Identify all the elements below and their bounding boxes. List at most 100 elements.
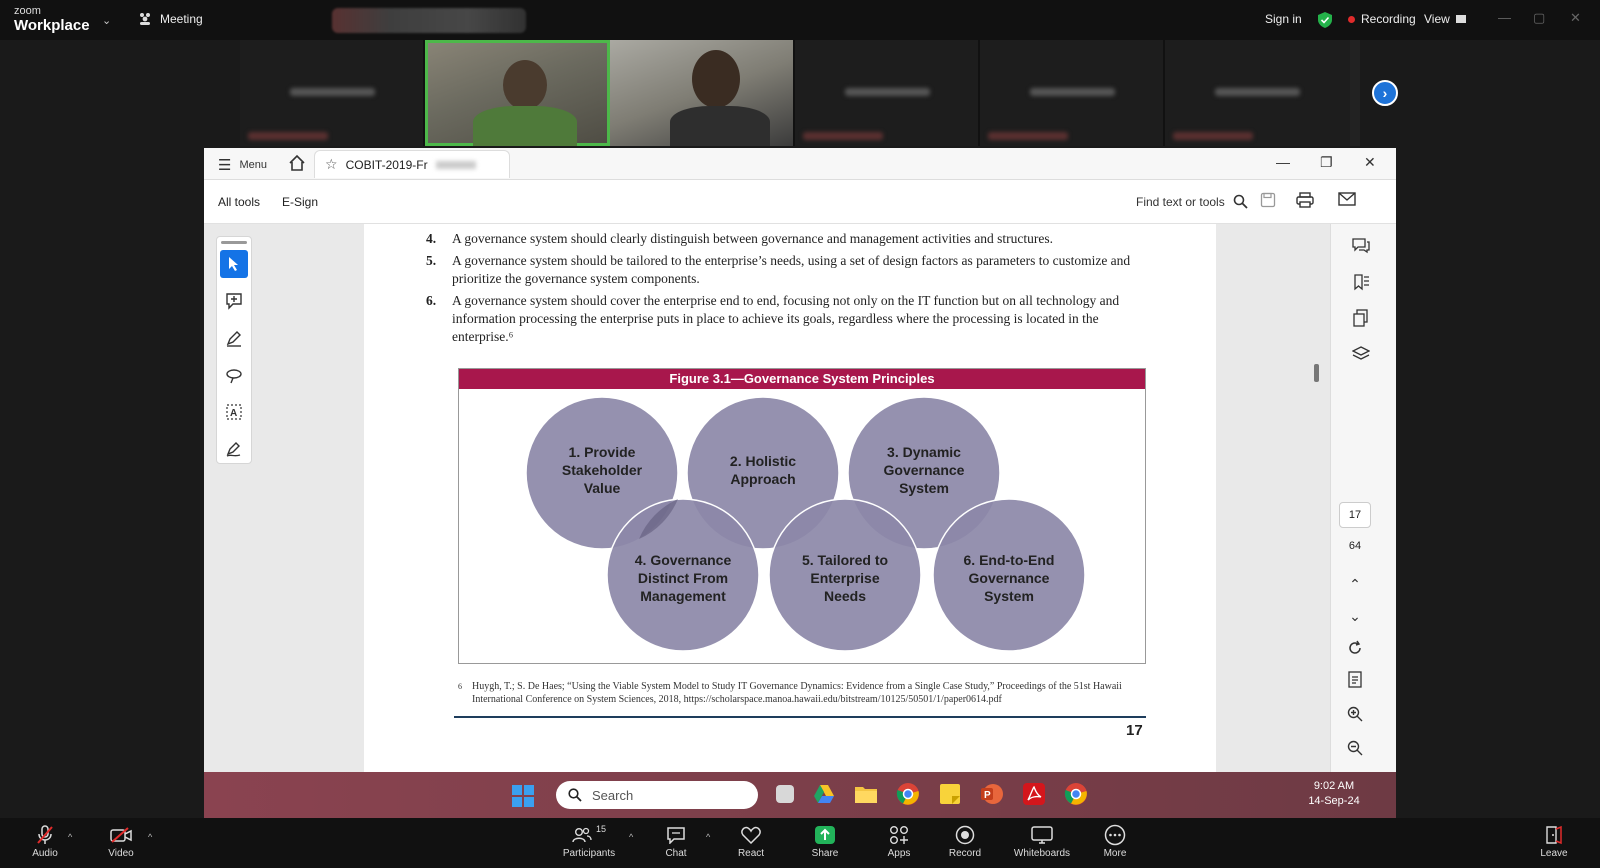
- video-off-icon: [110, 827, 132, 843]
- acrobat-tab-bar: ☰ Menu ☆ COBIT-2019-Fr — ❐ ✕: [204, 148, 1396, 180]
- zoom-in-icon[interactable]: [1343, 702, 1367, 726]
- star-icon[interactable]: ☆: [325, 156, 338, 173]
- principle-4-line2: Distinct From: [638, 570, 728, 586]
- recording-dot-icon: [1348, 15, 1355, 23]
- audio-options-caret-icon[interactable]: ^: [68, 832, 72, 842]
- view-button[interactable]: View: [1424, 12, 1466, 26]
- chat-button[interactable]: Chat: [646, 824, 706, 859]
- record-button[interactable]: Record: [932, 824, 998, 859]
- shield-icon[interactable]: [1318, 12, 1332, 28]
- list-item: 4. A governance system should clearly di…: [426, 231, 1053, 246]
- video-button[interactable]: Video: [86, 824, 156, 859]
- participants-options-caret-icon[interactable]: ^: [629, 832, 633, 842]
- layers-icon[interactable]: [1349, 342, 1373, 366]
- chrome-icon[interactable]: [896, 782, 920, 806]
- acrobat-body: A 4. A governance system should clearly …: [204, 224, 1396, 772]
- taskbar-time: 9:02 AM: [1313, 780, 1355, 792]
- participant-tile[interactable]: [980, 40, 1165, 146]
- maximize-icon[interactable]: ▢: [1533, 10, 1545, 26]
- page-display-icon[interactable]: [1343, 668, 1367, 692]
- home-icon[interactable]: [288, 154, 306, 172]
- chevron-down-icon[interactable]: ⌄: [1343, 604, 1367, 628]
- react-button[interactable]: React: [718, 824, 784, 859]
- acrobat-close-icon[interactable]: ✕: [1364, 154, 1376, 171]
- task-view-icon[interactable]: [776, 785, 794, 803]
- taskbar-search-placeholder: Search: [592, 787, 634, 803]
- zoom-brand-small: zoom: [14, 5, 41, 17]
- leave-button[interactable]: Leave: [1524, 824, 1584, 859]
- highlight-pen-icon[interactable]: [220, 324, 248, 352]
- menu-button[interactable]: ☰ Menu: [218, 156, 267, 174]
- sign-pen-icon[interactable]: [220, 435, 248, 463]
- zoom-control-bar: Audio ^ Video ^ 15 Participants ^ Chat ^…: [0, 818, 1600, 868]
- right-tool-rail: 17 64 ⌃ ⌄: [1330, 224, 1396, 772]
- principle-1-line1: 1. Provide: [569, 444, 636, 460]
- windows-start-icon[interactable]: [512, 785, 534, 807]
- more-button[interactable]: More: [1082, 824, 1148, 859]
- text-box-icon[interactable]: A: [220, 398, 248, 426]
- video-label: Video: [108, 848, 134, 859]
- chat-options-caret-icon[interactable]: ^: [706, 832, 710, 842]
- participant-video-tile[interactable]: [610, 40, 795, 146]
- taskbar-search[interactable]: Search: [556, 781, 758, 809]
- whiteboards-button[interactable]: Whiteboards: [1004, 824, 1080, 859]
- taskbar-clock[interactable]: 9:02 AM 14-Sep-24: [1284, 779, 1384, 809]
- participant-tile[interactable]: [795, 40, 980, 146]
- principle-3-line2: Governance: [884, 462, 965, 478]
- acrobat-icon[interactable]: [1022, 782, 1046, 806]
- grid-view-icon: [1455, 15, 1466, 23]
- principle-5-line3: Needs: [824, 588, 866, 604]
- share-label: Share: [811, 848, 839, 859]
- powerpoint-icon[interactable]: P: [980, 782, 1004, 806]
- find-text-or-tools[interactable]: Find text or tools: [1136, 194, 1248, 209]
- pages-icon[interactable]: [1349, 306, 1373, 330]
- drag-handle[interactable]: [221, 241, 247, 244]
- chrome-profile-icon[interactable]: [1064, 782, 1088, 806]
- rotate-icon[interactable]: [1343, 636, 1367, 660]
- mail-icon[interactable]: [1338, 192, 1356, 206]
- zoom-top-bar: zoom Workplace ⌄ Meeting Sign in Recordi…: [0, 0, 1600, 40]
- sign-in-link[interactable]: Sign in: [1265, 12, 1302, 26]
- close-icon[interactable]: ✕: [1570, 10, 1581, 26]
- zoom-out-icon[interactable]: [1343, 736, 1367, 760]
- file-explorer-icon[interactable]: [854, 782, 878, 806]
- bookmarks-icon[interactable]: [1349, 270, 1373, 294]
- participant-video-tile[interactable]: [425, 40, 610, 146]
- select-cursor-icon[interactable]: [220, 250, 248, 278]
- minimize-icon[interactable]: —: [1498, 10, 1511, 25]
- gallery-next-icon[interactable]: ›: [1372, 80, 1398, 106]
- share-button[interactable]: Share: [792, 824, 858, 859]
- participant-tile[interactable]: [1165, 40, 1350, 146]
- acrobat-minimize-icon[interactable]: —: [1276, 154, 1290, 170]
- google-drive-icon[interactable]: [812, 782, 836, 806]
- page-number: 17: [1126, 722, 1143, 739]
- acrobat-toolbar: All tools E-Sign Find text or tools: [204, 180, 1396, 224]
- video-options-caret-icon[interactable]: ^: [148, 832, 152, 842]
- apps-icon: [890, 826, 908, 844]
- participants-button[interactable]: 15 Participants: [554, 824, 624, 859]
- apps-button[interactable]: Apps: [866, 824, 932, 859]
- chevron-down-icon[interactable]: ⌄: [102, 14, 111, 27]
- participant-tile[interactable]: [240, 40, 425, 146]
- chevron-up-icon[interactable]: ⌃: [1343, 572, 1367, 596]
- principle-4-line3: Management: [640, 588, 726, 604]
- save-icon[interactable]: [1260, 192, 1276, 208]
- document-tab[interactable]: ☆ COBIT-2019-Fr: [314, 150, 510, 178]
- esign-link[interactable]: E-Sign: [282, 195, 318, 209]
- add-comment-icon[interactable]: [220, 287, 248, 315]
- all-tools-link[interactable]: All tools: [218, 195, 260, 209]
- sticky-notes-icon[interactable]: [938, 782, 962, 806]
- recording-indicator[interactable]: Recording: [1348, 12, 1416, 26]
- comments-icon[interactable]: [1349, 234, 1373, 258]
- footnote: 6 Huygh, T.; S. De Haes; “Using the Viab…: [458, 680, 1154, 706]
- acrobat-restore-icon[interactable]: ❐: [1320, 154, 1333, 171]
- zoom-logo[interactable]: zoom Workplace: [14, 5, 90, 34]
- meeting-button[interactable]: Meeting: [138, 12, 203, 26]
- current-page-input[interactable]: 17: [1339, 502, 1371, 528]
- vertical-scrollbar[interactable]: [1314, 364, 1319, 382]
- principle-6-line2: Governance: [969, 570, 1050, 586]
- draw-freeform-icon[interactable]: [220, 361, 248, 389]
- print-icon[interactable]: [1296, 192, 1314, 208]
- audio-label: Audio: [32, 848, 58, 859]
- find-label: Find text or tools: [1136, 194, 1225, 209]
